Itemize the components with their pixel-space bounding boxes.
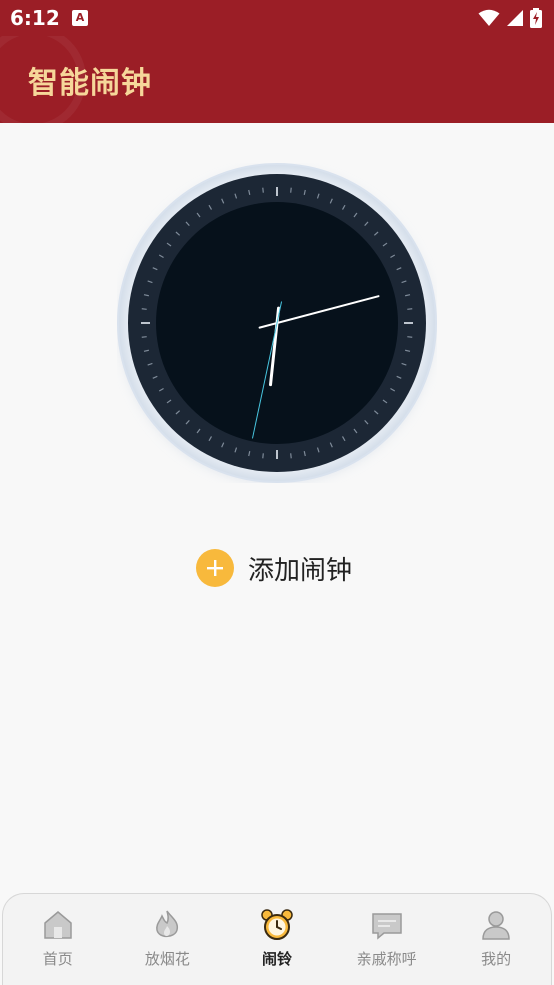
wifi-icon (478, 9, 500, 26)
nav-item-relatives[interactable]: 亲戚称呼 (332, 894, 442, 985)
page-title: 智能闹钟 (28, 66, 152, 101)
nav-label-mine: 我的 (481, 950, 512, 968)
nav-label-relatives: 亲戚称呼 (356, 950, 417, 968)
clock-tick (407, 336, 413, 338)
a-letter-icon: A (72, 10, 88, 26)
signal-icon (507, 10, 523, 26)
app-header: 智能闹钟 (0, 36, 554, 123)
chat-icon (371, 913, 402, 940)
clock-tick (290, 187, 292, 193)
bottom-nav: 首页 放烟花 闹铃 亲戚称呼 我的 (2, 893, 552, 985)
flame-icon (156, 910, 179, 938)
clock-tick (262, 453, 264, 459)
nav-label-alarm: 闹铃 (261, 950, 292, 968)
status-bar: 6:12 A (0, 0, 554, 36)
clock-tick (290, 453, 292, 459)
alarm-clock-icon (261, 909, 293, 940)
battery-charging-icon (530, 8, 542, 28)
analog-clock (117, 163, 437, 483)
clock-tick (407, 308, 413, 310)
user-icon (482, 911, 510, 940)
home-icon (44, 911, 72, 939)
nav-label-fireworks: 放烟花 (144, 950, 190, 968)
nav-item-alarm[interactable]: 闹铃 (222, 894, 332, 985)
nav-item-home[interactable]: 首页 (3, 894, 113, 985)
status-time: 6:12 (10, 6, 60, 30)
add-alarm-button[interactable]: 添加闹钟 (196, 548, 352, 588)
clock-tick (141, 336, 147, 338)
status-icons (478, 8, 542, 28)
nav-label-home: 首页 (42, 950, 73, 968)
clock-tick (262, 187, 264, 193)
clock-face (117, 163, 437, 483)
plus-icon (196, 549, 234, 587)
clock-tick (141, 308, 147, 310)
nav-item-fireworks[interactable]: 放烟花 (113, 894, 223, 985)
nav-item-mine[interactable]: 我的 (441, 894, 551, 985)
add-alarm-label: 添加闹钟 (248, 555, 353, 586)
